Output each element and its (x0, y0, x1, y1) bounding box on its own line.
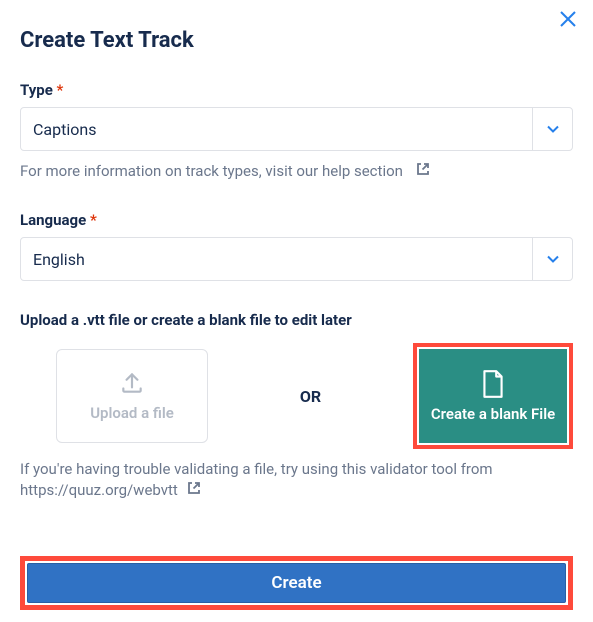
type-help-text-content: For more information on track types, vis… (20, 162, 403, 180)
create-button-highlight: Create (20, 556, 573, 610)
create-button-label: Create (271, 573, 321, 593)
upload-file-button[interactable]: Upload a file (56, 349, 208, 443)
type-select-value: Captions (33, 120, 96, 139)
or-separator: OR (208, 387, 413, 406)
type-label: Type * (20, 81, 573, 99)
language-field-section: Language * English (20, 211, 573, 281)
upload-options-row: Upload a file OR Create a blank File (20, 343, 573, 449)
create-button[interactable]: Create (27, 563, 566, 603)
upload-help-text-content: If you're having trouble validating a fi… (20, 460, 493, 499)
upload-section-label: Upload a .vtt file or create a blank fil… (20, 311, 573, 329)
type-help-text[interactable]: For more information on track types, vis… (20, 161, 573, 181)
external-link-icon (415, 161, 431, 181)
type-label-text: Type (20, 81, 53, 99)
type-field-section: Type * Captions For more information on … (20, 81, 573, 181)
chevron-down-icon (546, 122, 560, 136)
type-required-mark: * (57, 81, 64, 99)
language-select-value: English (33, 250, 85, 269)
close-icon (559, 10, 577, 28)
close-button[interactable] (559, 10, 577, 33)
create-blank-file-button[interactable]: Create a blank File (419, 349, 567, 443)
chevron-down-icon (546, 252, 560, 266)
language-label-text: Language (20, 211, 86, 229)
language-label: Language * (20, 211, 573, 229)
type-select[interactable]: Captions (20, 107, 573, 151)
upload-section: Upload a .vtt file or create a blank fil… (20, 311, 573, 502)
upload-help-text: If you're having trouble validating a fi… (20, 459, 573, 502)
language-select-chevron-wrap (532, 238, 572, 280)
language-required-mark: * (90, 211, 97, 229)
type-select-chevron-wrap (532, 108, 572, 150)
upload-icon (119, 370, 145, 396)
create-blank-highlight: Create a blank File (413, 343, 573, 449)
file-icon (480, 369, 506, 399)
create-blank-label: Create a blank File (431, 405, 555, 423)
language-select[interactable]: English (20, 237, 573, 281)
upload-file-label: Upload a file (90, 404, 174, 422)
dialog-title: Create Text Track (20, 28, 573, 53)
external-link-icon[interactable] (186, 480, 202, 502)
